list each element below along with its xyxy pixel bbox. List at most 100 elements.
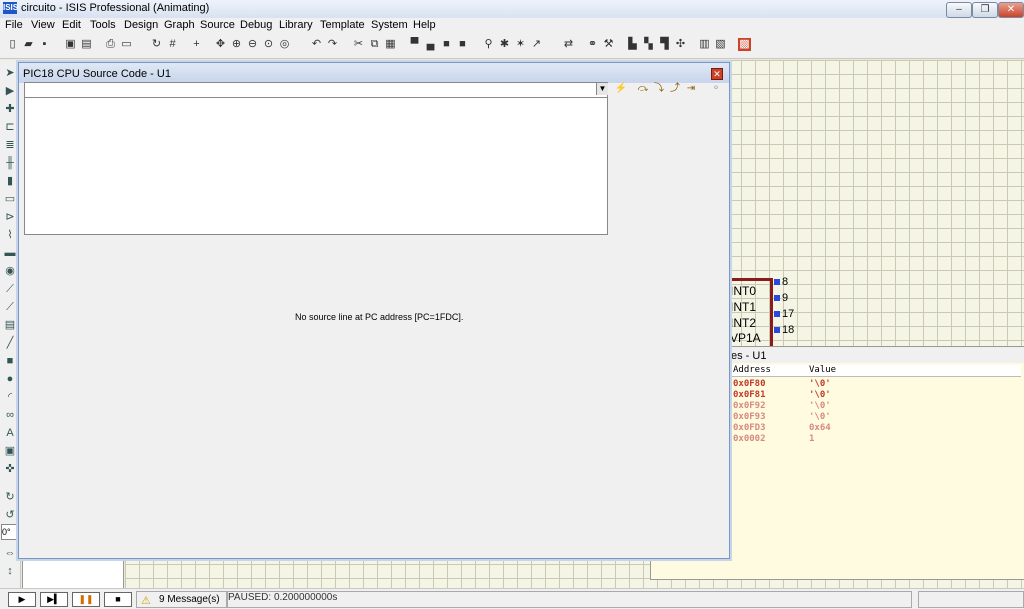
chevron-down-icon[interactable]: ▼ xyxy=(596,83,608,95)
component-mode-icon[interactable]: ▶ xyxy=(3,84,17,98)
open-icon[interactable]: ▰ xyxy=(22,38,35,51)
ares-icon[interactable]: ▩ xyxy=(738,38,751,51)
box-icon[interactable]: ■ xyxy=(3,354,17,368)
undo-icon[interactable]: ↶ xyxy=(310,38,323,51)
symbol-icon[interactable]: ▣ xyxy=(3,444,17,458)
exit-to-parent-icon[interactable]: ▜ xyxy=(658,38,671,51)
table-row[interactable]: 0x0002 1 xyxy=(731,434,1021,446)
import-icon[interactable]: ▣ xyxy=(64,38,77,51)
block-delete-icon[interactable]: ■ xyxy=(456,38,469,51)
origin-icon[interactable]: + xyxy=(190,38,203,51)
status-bar: ▶ ▶▍ ❚❚ ■ ⚠ 9 Message(s) PAUSED: 0.20000… xyxy=(0,588,1024,609)
wire-autorouter-icon[interactable]: ⇄ xyxy=(562,38,575,51)
menu-design[interactable]: Design xyxy=(124,19,158,31)
stop-button[interactable]: ■ xyxy=(104,592,132,607)
messages-indicator[interactable]: ⚠ 9 Message(s) xyxy=(136,591,228,608)
source-file-select[interactable]: ▼ xyxy=(24,82,608,98)
step-out-icon[interactable]: ⤴ xyxy=(668,82,682,96)
menu-file[interactable]: File xyxy=(5,19,23,31)
bus-mode-icon[interactable]: ╫ xyxy=(3,156,17,170)
pick-device-icon[interactable]: ⚲ xyxy=(482,38,495,51)
mirror-y-icon[interactable]: ↕ xyxy=(3,564,17,578)
menu-tools[interactable]: Tools xyxy=(90,19,116,31)
go-to-line-icon[interactable]: ⚡ xyxy=(614,82,628,96)
run-to-cursor-icon[interactable]: ⇥ xyxy=(684,82,698,96)
menu-library[interactable]: Library xyxy=(279,19,313,31)
bill-of-materials-icon[interactable]: ▥ xyxy=(698,38,711,51)
paste-icon[interactable]: ▦ xyxy=(384,38,397,51)
redo-icon[interactable]: ↷ xyxy=(326,38,339,51)
zoom-out-icon[interactable]: ⊖ xyxy=(246,38,259,51)
close-button[interactable]: ✕ xyxy=(998,2,1024,18)
path-icon[interactable]: ∞ xyxy=(3,408,17,422)
block-move-icon[interactable]: ▄ xyxy=(424,38,437,51)
menu-template[interactable]: Template xyxy=(320,19,365,31)
text-script-icon[interactable]: ≣ xyxy=(3,138,17,152)
arc-icon[interactable]: ◜ xyxy=(3,390,17,404)
rotate-ccw-icon[interactable]: ↺ xyxy=(3,508,17,522)
minimize-button[interactable]: – xyxy=(946,2,972,18)
menu-debug[interactable]: Debug xyxy=(240,19,272,31)
menu-system[interactable]: System xyxy=(371,19,408,31)
menu-graph[interactable]: Graph xyxy=(164,19,195,31)
maximize-button[interactable]: ❐ xyxy=(972,2,998,18)
tape-recorder-icon[interactable]: ▬ xyxy=(3,246,17,260)
decompose-icon[interactable]: ↗ xyxy=(530,38,543,51)
zoom-to-child-icon[interactable]: ✣ xyxy=(674,38,687,51)
label-mode-icon[interactable]: ⊏ xyxy=(3,120,17,134)
block-copy-icon[interactable]: ▀ xyxy=(408,38,421,51)
voltage-probe-icon[interactable]: ⟋ xyxy=(3,282,17,296)
copy-icon[interactable]: ⧉ xyxy=(368,38,381,51)
step-over-icon[interactable]: ⤼ xyxy=(636,82,650,96)
zoom-in-icon[interactable]: ⊕ xyxy=(230,38,243,51)
refresh-icon[interactable]: ↻ xyxy=(150,38,163,51)
menu-edit[interactable]: Edit xyxy=(62,19,81,31)
grid-icon[interactable]: # xyxy=(166,38,179,51)
circle-icon[interactable]: ● xyxy=(3,372,17,386)
rotate-cw-icon[interactable]: ↻ xyxy=(3,490,17,504)
menu-source[interactable]: Source xyxy=(200,19,235,31)
area-icon[interactable]: ▭ xyxy=(120,38,133,51)
warning-icon: ⚠ xyxy=(141,595,151,607)
export-icon[interactable]: ▤ xyxy=(80,38,93,51)
selection-mode-icon[interactable]: ➤ xyxy=(3,66,17,80)
menu-view[interactable]: View xyxy=(31,19,55,31)
line-icon[interactable]: ╱ xyxy=(3,336,17,350)
generator-icon[interactable]: ◉ xyxy=(3,264,17,278)
save-icon[interactable]: ▪ xyxy=(38,38,51,51)
junction-icon[interactable]: ✚ xyxy=(3,102,17,116)
cut-icon[interactable]: ✂ xyxy=(352,38,365,51)
text-icon[interactable]: A xyxy=(3,426,17,440)
block-rotate-icon[interactable]: ■ xyxy=(440,38,453,51)
zoom-all-icon[interactable]: ⊙ xyxy=(262,38,275,51)
step-into-icon[interactable]: ⤵ xyxy=(652,82,666,96)
zoom-area-icon[interactable]: ◎ xyxy=(278,38,291,51)
source-code-pane[interactable] xyxy=(24,97,608,235)
source-window-close-icon[interactable]: ✕ xyxy=(711,68,723,80)
property-tool-icon[interactable]: ⚒ xyxy=(602,38,615,51)
virtual-instrument-icon[interactable]: ▤ xyxy=(3,318,17,332)
device-pins-icon[interactable]: ⊳ xyxy=(3,210,17,224)
terminals-icon[interactable]: ▭ xyxy=(3,192,17,206)
make-device-icon[interactable]: ✱ xyxy=(498,38,511,51)
marker-icon[interactable]: ✜ xyxy=(3,462,17,476)
graph-mode-icon[interactable]: ⌇ xyxy=(3,228,17,242)
search-tag-icon[interactable]: ⚭ xyxy=(586,38,599,51)
pause-button[interactable]: ❚❚ xyxy=(72,592,100,607)
pan-icon[interactable]: ✥ xyxy=(214,38,227,51)
new-sheet-icon[interactable]: ▙ xyxy=(626,38,639,51)
current-probe-icon[interactable]: ⟋ xyxy=(3,300,17,314)
toggle-breakpoint-icon[interactable]: ⚬ xyxy=(709,82,723,96)
remove-sheet-icon[interactable]: ▚ xyxy=(642,38,655,51)
step-button[interactable]: ▶▍ xyxy=(40,592,68,607)
erc-report-icon[interactable]: ▧ xyxy=(714,38,727,51)
print-icon[interactable]: ⎙ xyxy=(104,38,117,51)
mirror-x-icon[interactable]: ⇔ xyxy=(3,546,17,560)
overview-window[interactable] xyxy=(22,560,124,590)
source-window-title-bar[interactable]: PIC18 CPU Source Code - U1 ✕ xyxy=(19,63,729,83)
new-icon[interactable]: ▯ xyxy=(6,38,19,51)
menu-help[interactable]: Help xyxy=(413,19,436,31)
play-button[interactable]: ▶ xyxy=(8,592,36,607)
subcircuit-icon[interactable]: ▮ xyxy=(3,174,17,188)
package-tool-icon[interactable]: ✶ xyxy=(514,38,527,51)
